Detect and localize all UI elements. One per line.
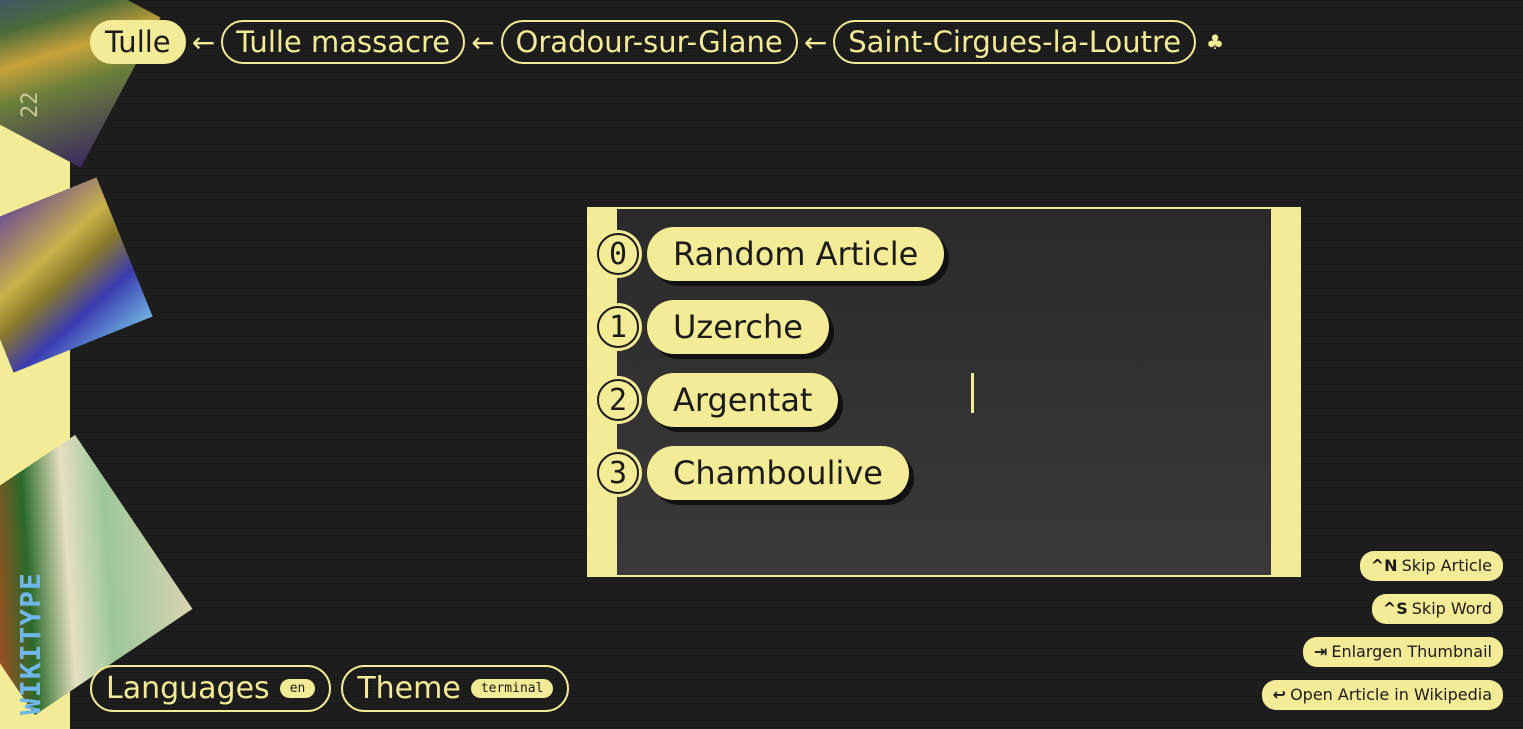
option-uzerche[interactable]: 1 Uzerche	[597, 300, 829, 354]
tree-icon[interactable]: ♣	[1206, 30, 1224, 54]
option-argentat[interactable]: 2 Argentat	[597, 373, 839, 427]
option-label[interactable]: Argentat	[647, 373, 839, 427]
breadcrumb-item-saint-cirgues[interactable]: Saint-Cirgues-la-Loutre	[833, 20, 1197, 64]
option-random-article[interactable]: 0 Random Article	[597, 227, 945, 281]
shortcut-key: ^S	[1382, 599, 1408, 618]
open-in-wikipedia-button[interactable]: ↩ Open Article in Wikipedia	[1261, 680, 1503, 710]
keyboard-shortcuts: ^N Skip Article ^S Skip Word ⇥ Enlargen Thu…	[1261, 551, 1503, 710]
skip-word-button[interactable]: ^S Skip Word	[1371, 594, 1503, 624]
languages-label: Languages	[106, 671, 270, 706]
skip-article-button[interactable]: ^N Skip Article	[1359, 551, 1503, 581]
option-number-badge: 3	[597, 452, 639, 494]
arrow-left-icon: ←	[803, 25, 828, 59]
side-label: 22	[18, 91, 43, 119]
breadcrumb-item-oradour-sur-glane[interactable]: Oradour-sur-Glane	[500, 20, 798, 64]
theme-label: Theme	[357, 671, 461, 706]
option-number-badge: 2	[597, 379, 639, 421]
breadcrumb-item-tulle-massacre[interactable]: Tulle massacre	[221, 20, 466, 64]
tab-icon: ⇥	[1313, 642, 1328, 661]
shortcut-key: ^N	[1370, 556, 1398, 575]
arrow-left-icon: ←	[191, 25, 216, 59]
option-label[interactable]: Uzerche	[647, 300, 829, 354]
language-tag: en	[279, 679, 316, 698]
article-choice-panel: 0 Random Article 1 Uzerche 2 Argentat 3 …	[587, 207, 1301, 577]
enlargen-thumbnail-button[interactable]: ⇥ Enlargen Thumbnail	[1302, 637, 1503, 667]
theme-button[interactable]: Theme terminal	[341, 665, 570, 712]
option-label[interactable]: Random Article	[647, 227, 945, 281]
breadcrumb: Tulle ← Tulle massacre ← Oradour-sur-Gla…	[90, 20, 1224, 64]
theme-tag: terminal	[470, 679, 554, 698]
breadcrumb-item-tulle[interactable]: Tulle	[90, 20, 186, 64]
option-chamboulive[interactable]: 3 Chamboulive	[597, 446, 909, 500]
text-cursor	[971, 373, 974, 413]
option-label[interactable]: Chamboulive	[647, 446, 909, 500]
shortcut-label: Skip Word	[1411, 599, 1492, 618]
article-thumbnail-2[interactable]	[0, 177, 153, 373]
shortcut-label: Open Article in Wikipedia	[1290, 685, 1492, 704]
return-icon: ↩	[1272, 685, 1287, 704]
brand-logo: WIKITYPE	[14, 572, 47, 715]
shortcut-label: Enlargen Thumbnail	[1331, 642, 1492, 661]
option-number-badge: 1	[597, 306, 639, 348]
option-number-badge: 0	[597, 233, 639, 275]
shortcut-label: Skip Article	[1401, 556, 1492, 575]
languages-button[interactable]: Languages en	[90, 665, 332, 712]
arrow-left-icon: ←	[471, 25, 495, 59]
settings-bar: Languages en Theme terminal	[90, 665, 570, 712]
